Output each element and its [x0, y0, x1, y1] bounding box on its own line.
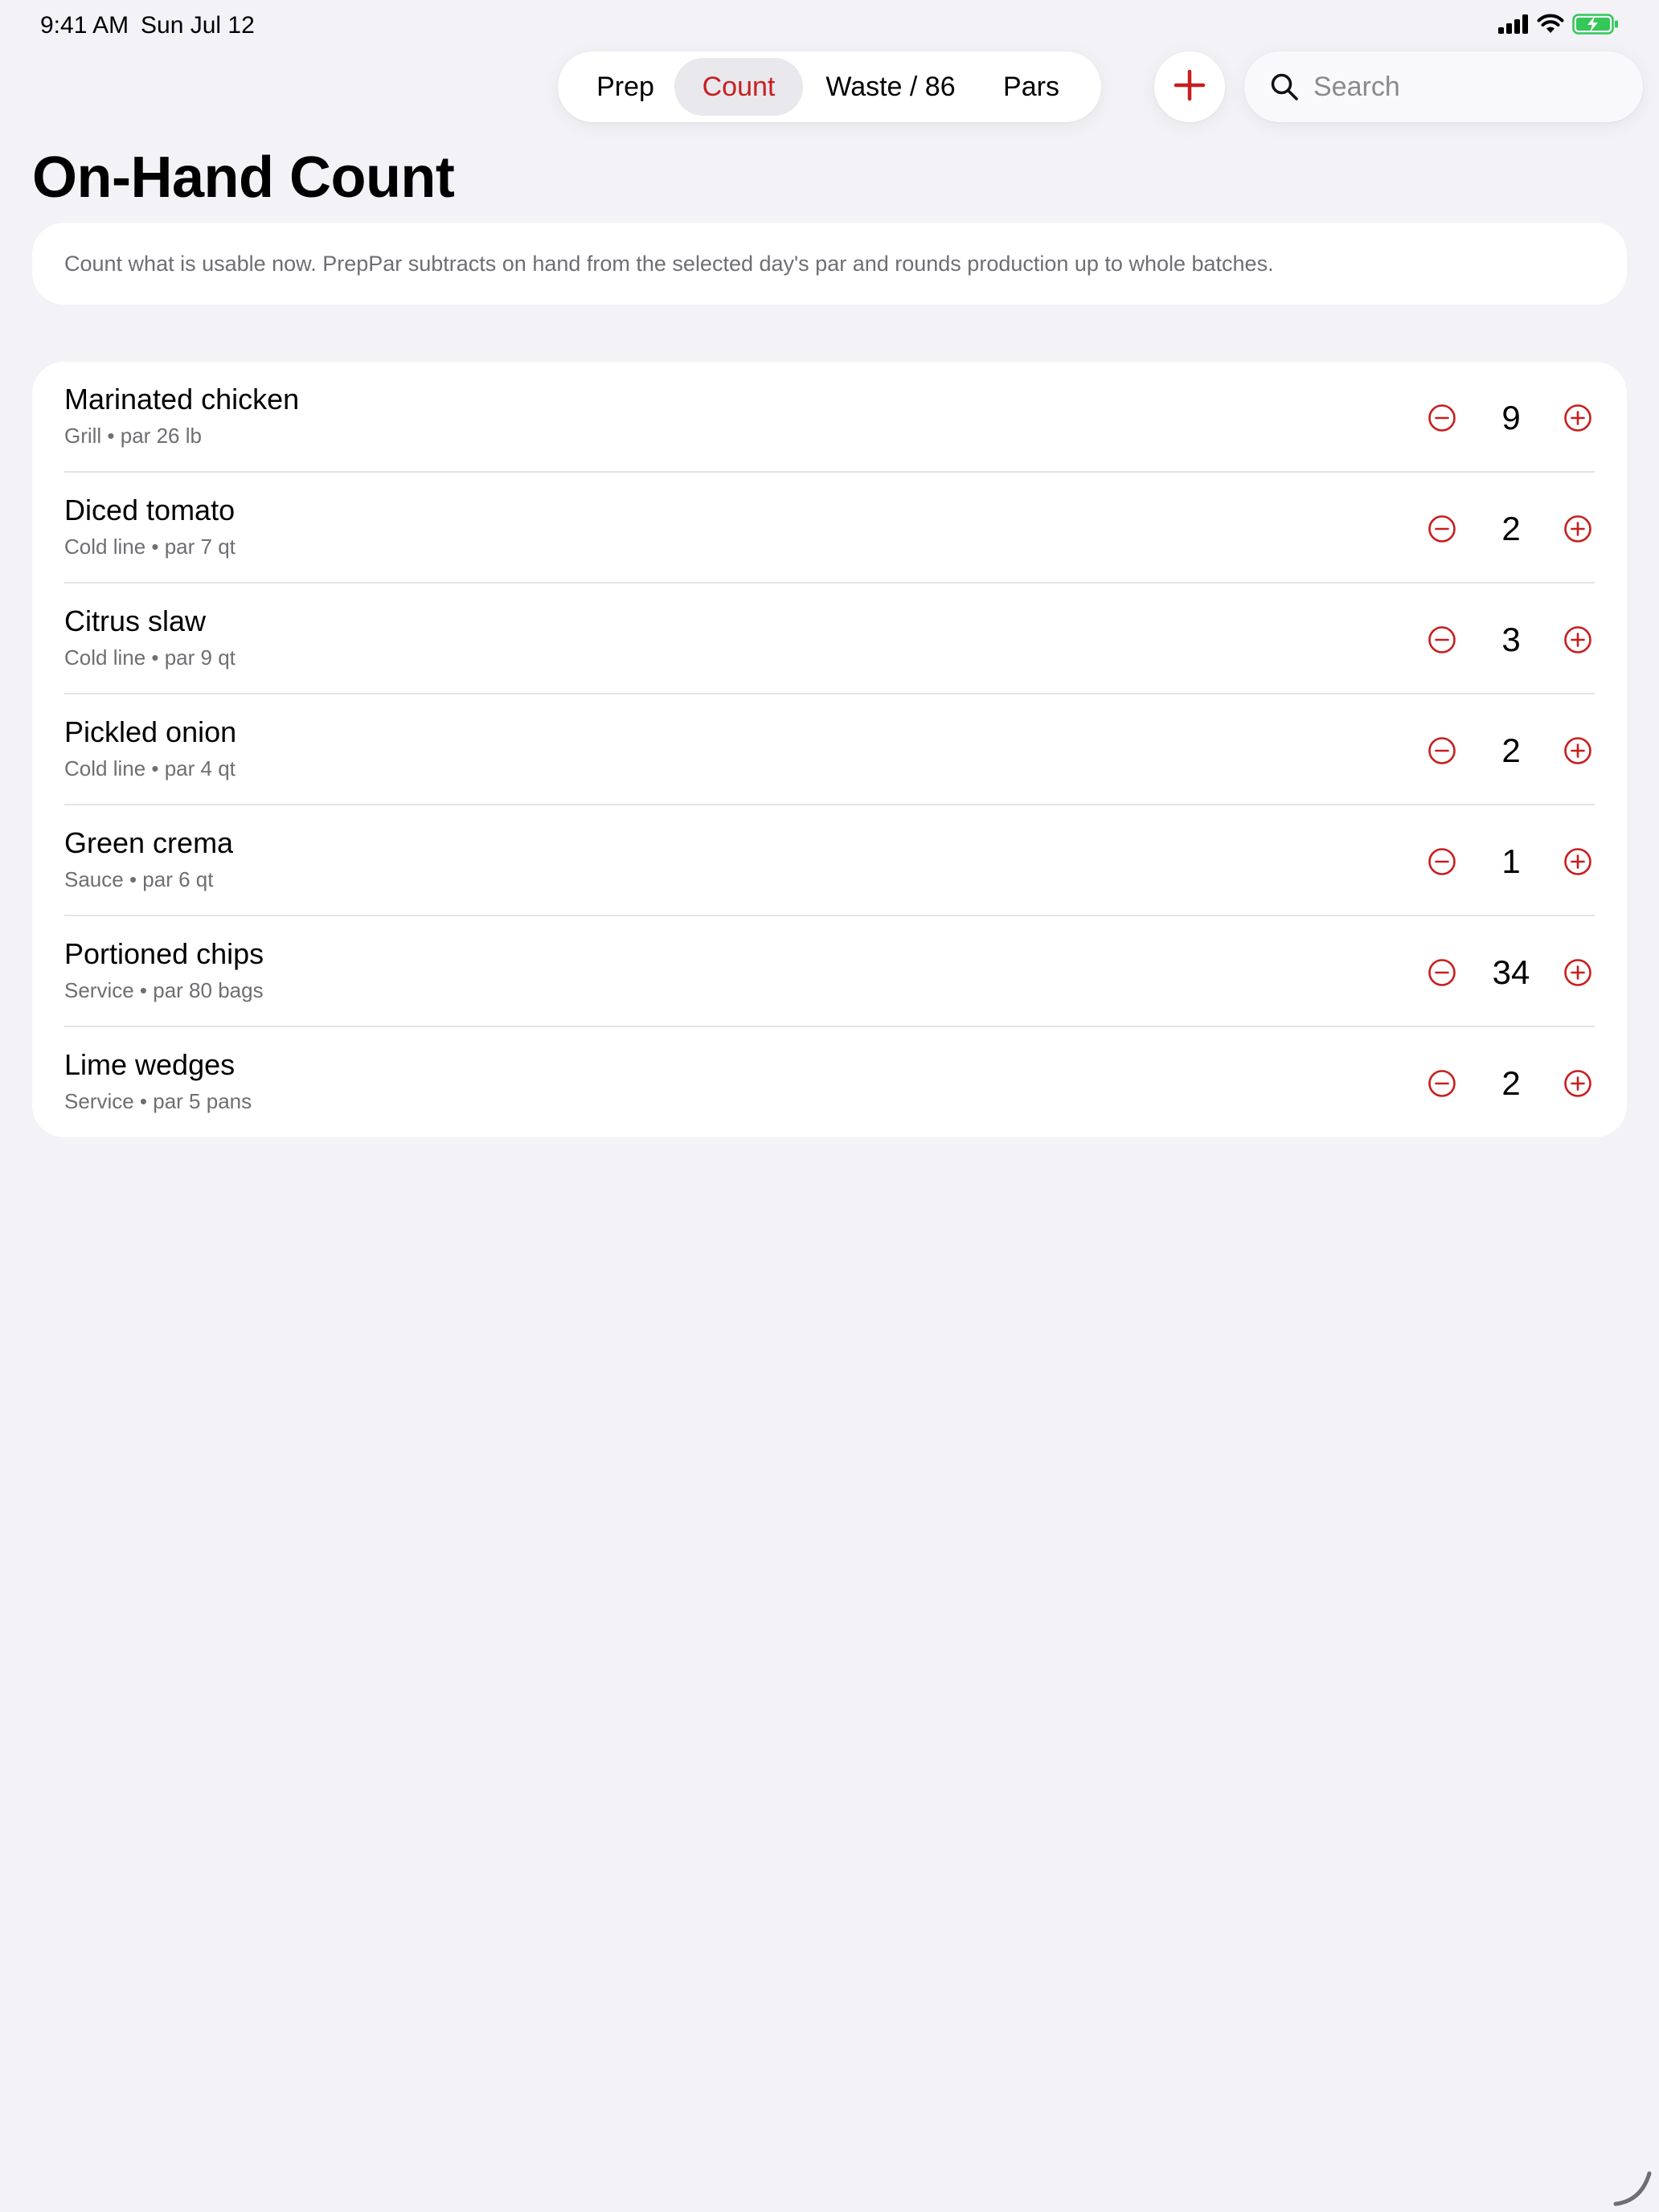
plus-circle-icon [1564, 515, 1591, 543]
minus-circle-icon [1428, 959, 1456, 986]
search-icon [1270, 72, 1299, 101]
item-station-par: Service • par 80 bags [64, 978, 264, 1002]
plus-circle-icon [1564, 737, 1591, 764]
list-item: Diced tomato Cold line • par 7 qt 2 [32, 473, 1627, 584]
list-item: Marinated chicken Grill • par 26 lb 9 [32, 362, 1627, 473]
count-value: 3 [1501, 621, 1521, 658]
status-date: Sun Jul 12 [141, 12, 255, 39]
increment-button[interactable] [1563, 1069, 1592, 1098]
item-station-par: Cold line • par 9 qt [64, 645, 236, 670]
count-value: 34 [1492, 953, 1530, 991]
count-list: Marinated chicken Grill • par 26 lb 9 Di… [32, 362, 1627, 1137]
section-tabs: Prep Count Waste / 86 Pars [558, 51, 1101, 122]
status-bar: 9:41 AM Sun Jul 12 [0, 0, 1659, 51]
tab-count[interactable]: Count [674, 58, 803, 116]
item-name: Citrus slaw [64, 604, 207, 637]
item-station-par: Grill • par 26 lb [64, 424, 202, 448]
status-icons [1498, 13, 1619, 39]
wifi-icon [1537, 14, 1564, 39]
item-station-par: Sauce • par 6 qt [64, 867, 214, 891]
page-title: On-Hand Count [32, 145, 455, 210]
plus-circle-icon [1564, 1070, 1591, 1097]
item-name: Lime wedges [64, 1048, 236, 1081]
count-value: 1 [1501, 842, 1521, 880]
increment-button[interactable] [1563, 625, 1592, 654]
increment-button[interactable] [1563, 403, 1592, 432]
plus-circle-icon [1564, 848, 1591, 875]
minus-circle-icon [1428, 737, 1456, 764]
tab-pars[interactable]: Pars [979, 58, 1083, 116]
increment-button[interactable] [1563, 847, 1592, 876]
minus-circle-icon [1428, 848, 1456, 875]
list-item: Citrus slaw Cold line • par 9 qt 3 [32, 584, 1627, 694]
search-bar[interactable] [1244, 51, 1643, 122]
plus-circle-icon [1564, 404, 1591, 432]
list-item: Green crema Sauce • par 6 qt 1 [32, 805, 1627, 916]
decrement-button[interactable] [1428, 403, 1456, 432]
minus-circle-icon [1428, 404, 1456, 432]
list-item: Portioned chips Service • par 80 bags 34 [32, 916, 1627, 1027]
plus-icon [1174, 69, 1206, 105]
battery-charging-icon [1572, 13, 1619, 39]
item-name: Diced tomato [64, 494, 236, 526]
item-station-par: Cold line • par 7 qt [64, 535, 236, 559]
item-name: Portioned chips [64, 937, 264, 970]
list-item: Pickled onion Cold line • par 4 qt 2 [32, 694, 1627, 805]
tab-waste-86[interactable]: Waste / 86 [810, 58, 971, 116]
item-name: Marinated chicken [64, 383, 300, 416]
list-item: Lime wedges Service • par 5 pans 2 [32, 1027, 1627, 1137]
item-name: Green crema [64, 826, 234, 859]
count-value: 9 [1501, 399, 1521, 436]
decrement-button[interactable] [1428, 958, 1456, 987]
info-text: Count what is usable now. PrepPar subtra… [64, 252, 1274, 276]
item-station-par: Cold line • par 4 qt [64, 756, 236, 780]
cellular-signal-icon [1498, 14, 1529, 38]
increment-button[interactable] [1563, 736, 1592, 765]
item-station-par: Service • par 5 pans [64, 1089, 252, 1113]
search-input[interactable] [1313, 63, 1619, 111]
info-card: Count what is usable now. PrepPar subtra… [32, 223, 1627, 305]
minus-circle-icon [1428, 626, 1456, 653]
tab-prep[interactable]: Prep [576, 58, 675, 116]
item-name: Pickled onion [64, 715, 237, 748]
decrement-button[interactable] [1428, 847, 1456, 876]
minus-circle-icon [1428, 515, 1456, 543]
window-resize-handle-icon[interactable] [1609, 2162, 1654, 2207]
decrement-button[interactable] [1428, 625, 1456, 654]
decrement-button[interactable] [1428, 1069, 1456, 1098]
add-button[interactable] [1154, 51, 1225, 122]
decrement-button[interactable] [1428, 736, 1456, 765]
plus-circle-icon [1564, 626, 1591, 653]
increment-button[interactable] [1563, 514, 1592, 543]
increment-button[interactable] [1563, 958, 1592, 987]
count-value: 2 [1501, 510, 1521, 547]
count-value: 2 [1501, 1064, 1521, 1102]
plus-circle-icon [1564, 959, 1591, 986]
status-time: 9:41 AM [40, 12, 129, 39]
decrement-button[interactable] [1428, 514, 1456, 543]
count-value: 2 [1501, 731, 1521, 769]
minus-circle-icon [1428, 1070, 1456, 1097]
